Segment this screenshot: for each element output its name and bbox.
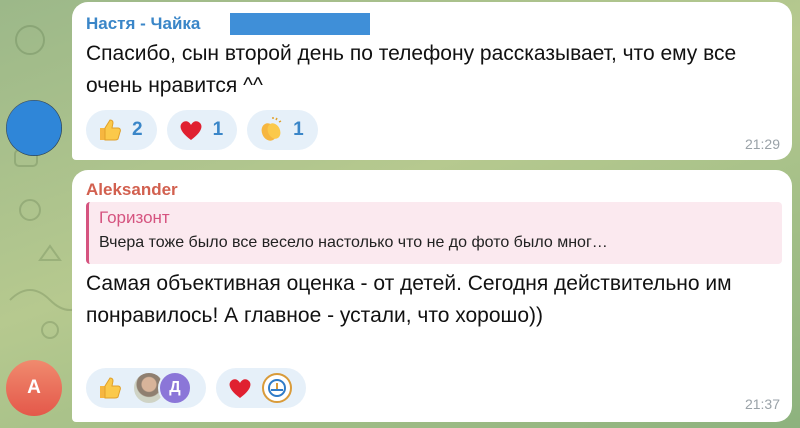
message-text: Самая объективная оценка - от детей. Сег… [86,272,732,327]
avatar[interactable] [6,100,62,156]
reaction-heart[interactable]: 1 [166,110,238,150]
redacted-name-bar [230,13,370,35]
reactor-letter: Д [169,379,181,396]
message-time: 21:29 [744,136,780,152]
red-heart-icon [177,116,205,144]
reaction-count: 1 [293,119,304,140]
red-heart-icon [226,374,254,402]
reply-author: Горизонт [99,208,170,227]
reply-quote[interactable]: Горизонт Вчера тоже было все весело наст… [86,202,782,264]
reactions-row: Д [86,368,306,408]
reaction-thumbs-up[interactable]: 2 [86,110,157,150]
sender-name[interactable]: Настя - Чайка [86,14,200,34]
message-bubble[interactable]: Настя - Чайка Спасибо, сын второй день п… [72,2,792,160]
reply-text: Вчера тоже было все весело настолько что… [99,234,608,251]
sender-name[interactable]: Aleksander [86,180,178,200]
reaction-thumbs-up[interactable]: Д [86,368,206,408]
avatar[interactable]: A [6,360,62,416]
message-text: Спасибо, сын второй день по телефону рас… [86,42,737,97]
gorizont-logo-icon [262,373,292,403]
reactor-avatar: Д [158,371,192,405]
thumbs-up-icon [96,374,124,402]
clapping-hands-icon [257,116,285,144]
avatar-letter: A [27,377,41,398]
reaction-heart[interactable] [216,368,306,408]
reaction-count: 2 [132,119,143,140]
reaction-clap[interactable]: 1 [247,110,318,150]
reaction-count: 1 [212,119,224,140]
thumbs-up-icon [96,116,124,144]
reactions-row: 2 1 1 [86,110,318,150]
message-bubble[interactable]: Aleksander Горизонт Вчера тоже было все … [72,170,792,422]
message-time: 21:37 [744,396,780,412]
